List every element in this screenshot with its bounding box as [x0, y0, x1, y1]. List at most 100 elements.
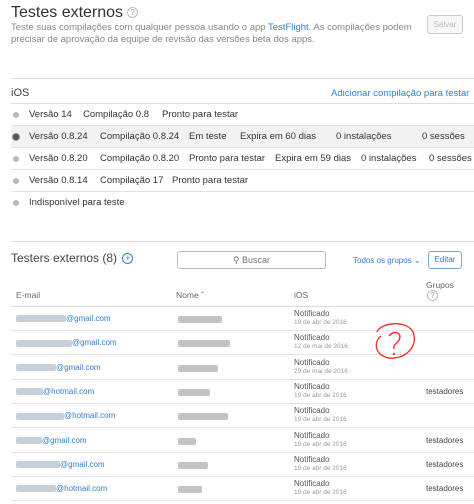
tester-status: Notificado	[294, 333, 330, 343]
tester-group: testadores	[426, 435, 464, 445]
redacted-name-mark	[178, 486, 202, 494]
tester-status: Notificado	[294, 430, 330, 440]
build-radio[interactable]	[13, 178, 19, 184]
groups-filter[interactable]: Todos os grupos ⌄	[353, 256, 421, 265]
tester-email[interactable]: @hotmail.com	[16, 411, 115, 420]
redacted-name-mark	[178, 340, 230, 348]
column-header-ios: iOS	[294, 290, 309, 300]
search-icon: ⚲	[232, 255, 240, 265]
build-row[interactable]: Versão 0.8.14 Compilação 17 Pronto para …	[11, 170, 474, 192]
question-mark-annotation-icon	[375, 323, 416, 359]
add-build-link[interactable]: Adicionar compilação para testar	[331, 88, 469, 99]
tester-status: Notificado	[294, 479, 330, 489]
sort-up-icon: ˆ	[201, 290, 204, 300]
redacted-name-mark	[178, 388, 210, 396]
build-sessions: 0 sessões	[422, 131, 465, 142]
tester-date: 19 de abr de 2016	[294, 489, 347, 497]
tester-status: Notificado	[294, 406, 330, 416]
tester-date: 29 de mai de 2016	[294, 367, 348, 375]
redacted-name-mark	[178, 364, 218, 372]
redacted-name-mark	[178, 413, 228, 421]
build-version: Versão 0.8.20	[29, 153, 88, 164]
redacted-email-mark	[16, 412, 64, 420]
tester-group: testadores	[426, 484, 464, 494]
redacted-email-mark	[16, 388, 43, 396]
build-expiry: Expira em 60 dias	[240, 131, 317, 142]
build-number: Compilação 0.8.24	[100, 131, 180, 142]
build-sessions: 0 sessões	[429, 153, 472, 164]
redacted-email-mark	[16, 315, 66, 323]
tester-date: 19 de abr de 2016	[294, 416, 347, 424]
help-icon[interactable]: ?	[427, 290, 438, 302]
table-row[interactable]: @hotmail.com Notificado 19 de abr de 2016 t…	[11, 477, 474, 502]
chevron-down-icon: ⌄	[413, 256, 421, 265]
redacted-name-mark	[178, 461, 208, 469]
build-version: Versão 0.8.14	[29, 175, 88, 186]
build-number: Compilação 0.8	[83, 109, 150, 120]
tester-status: Notificado	[294, 381, 330, 391]
table-row[interactable]: @gmail.com Notificado 19 de abr de 2016 tes…	[11, 429, 474, 453]
build-status: Pronto para testar	[189, 153, 266, 164]
page-title: Testes externos?	[11, 4, 139, 22]
page-description: Teste suas compilações com qualquer pess…	[11, 22, 412, 45]
build-installs: 0 instalações	[361, 153, 417, 164]
build-radio-selected[interactable]	[13, 134, 19, 140]
tester-email[interactable]: @gmail.com	[16, 460, 105, 469]
add-tester-icon[interactable]: +	[122, 253, 134, 265]
redacted-email-mark	[16, 436, 42, 444]
build-status: Pronto para testar	[162, 109, 239, 120]
tester-email[interactable]: @gmail.com	[16, 314, 111, 323]
build-row[interactable]: Versão 0.8.24 Compilação 0.8.24 Em teste…	[11, 126, 474, 148]
build-row[interactable]: Versão 0.8.20 Compilação 0.8.20 Pronto p…	[11, 148, 474, 170]
build-status: Pronto para testar	[172, 175, 249, 186]
build-expiry: Expira em 59 dias	[275, 153, 352, 164]
ios-section-title: iOS	[11, 87, 30, 99]
build-radio[interactable]	[13, 112, 19, 118]
tester-email[interactable]: @hotmail.com	[16, 484, 107, 493]
build-row[interactable]: Versão 14 Compilação 0.8 Pronto para tes…	[11, 104, 474, 126]
tester-email[interactable]: @gmail.com	[16, 338, 117, 347]
build-number: Compilação 0.8.20	[100, 153, 180, 164]
redacted-email-mark	[16, 363, 56, 371]
build-installs: 0 instalações	[336, 131, 392, 142]
redacted-email-mark	[16, 485, 56, 493]
table-row[interactable]: @hotmail.com Notificado 19 de abr de 2016	[11, 404, 474, 429]
build-number: Compilação 17	[100, 175, 164, 186]
tester-email[interactable]: @gmail.com	[16, 436, 87, 445]
edit-button[interactable]: Editar	[428, 251, 462, 269]
divider	[11, 78, 474, 79]
help-icon[interactable]: ?	[127, 7, 139, 19]
search-input[interactable]: ⚲ Buscar	[177, 251, 326, 269]
tester-status: Notificado	[294, 357, 330, 367]
table-row[interactable]: @hotmail.com Notificado 19 de abr de 2016 t…	[11, 380, 474, 404]
tester-group: testadores	[426, 459, 464, 469]
build-version: Indisponível para teste	[29, 197, 125, 208]
tester-status: Notificado	[294, 309, 330, 318]
build-version: Versão 0.8.24	[29, 131, 88, 142]
column-header-name[interactable]: Nome ˆ	[176, 290, 204, 300]
tester-date: 19 de abr de 2016	[294, 464, 347, 472]
tester-email[interactable]: @gmail.com	[16, 363, 101, 372]
column-header-email[interactable]: E-mail	[16, 290, 40, 300]
testers-title: Testers externos (8) +	[11, 251, 134, 265]
tester-date: 19 de abr de 2016	[294, 391, 347, 399]
redacted-email-mark	[16, 339, 72, 347]
redacted-name-mark	[178, 316, 222, 323]
build-version: Versão 14	[29, 109, 72, 120]
tester-group: testadores	[426, 386, 464, 396]
save-button[interactable]: Salvar	[427, 15, 463, 34]
build-radio	[13, 200, 19, 206]
redacted-email-mark	[16, 461, 60, 469]
column-header-groups: Grupos?	[426, 280, 454, 302]
build-row: Indisponível para teste	[11, 192, 474, 214]
divider	[11, 241, 474, 242]
redacted-name-mark	[178, 437, 196, 445]
table-row[interactable]: @gmail.com Notificado 19 de abr de 2016 tes…	[11, 453, 474, 477]
tester-status: Notificado	[294, 454, 330, 464]
tester-date: 19 de abr de 2016	[294, 319, 347, 326]
build-radio[interactable]	[13, 156, 19, 162]
tester-email[interactable]: @hotmail.com	[16, 387, 94, 396]
testflight-link[interactable]: TestFlight	[268, 22, 309, 33]
tester-date: 12 de mai de 2016	[294, 343, 348, 351]
build-status: Em teste	[189, 131, 227, 142]
